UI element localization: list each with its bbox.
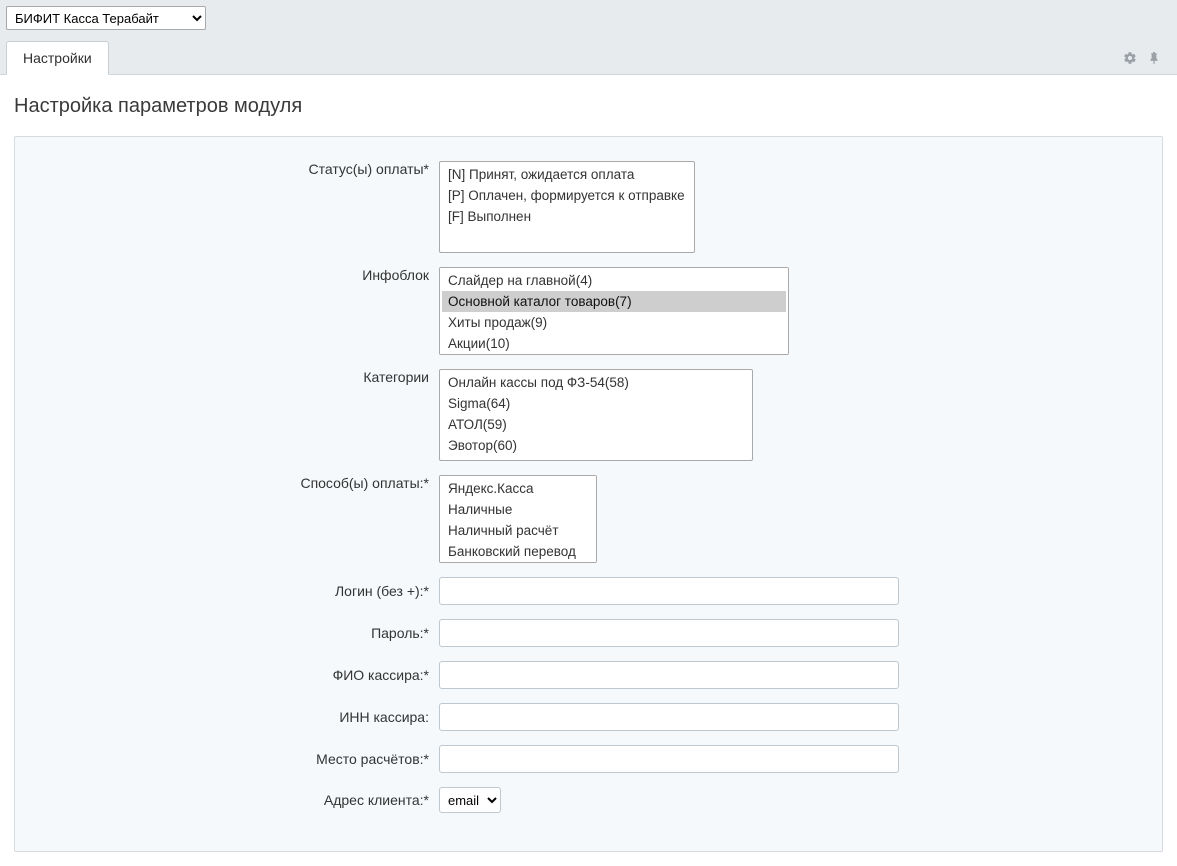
- cashier-inn-input[interactable]: [439, 703, 899, 731]
- paymethods-listbox[interactable]: Яндекс.Касса Наличные Наличный расчёт Ба…: [439, 475, 597, 563]
- module-select[interactable]: БИФИТ Касса Терабайт: [6, 6, 206, 30]
- settlement-input[interactable]: [439, 745, 899, 773]
- page-content: Настройка параметров модуля Статус(ы) оп…: [0, 75, 1177, 866]
- row-categories: Категории Онлайн кассы под ФЗ-54(58) Sig…: [39, 369, 1138, 461]
- form-panel: Статус(ы) оплаты* [N] Принят, ожидается …: [14, 136, 1163, 852]
- infoblock-listbox[interactable]: Слайдер на главной(4) Основной каталог т…: [439, 267, 789, 355]
- label-password: Пароль:*: [39, 625, 439, 641]
- client-address-select[interactable]: email: [439, 787, 501, 813]
- icon-buttons: [1123, 51, 1171, 74]
- label-status: Статус(ы) оплаты*: [39, 161, 439, 177]
- password-input[interactable]: [439, 619, 899, 647]
- page-title: Настройка параметров модуля: [14, 95, 1163, 118]
- top-bar: БИФИТ Касса Терабайт Настройки: [0, 0, 1177, 75]
- label-cashier-name: ФИО кассира:*: [39, 667, 439, 683]
- cashier-name-input[interactable]: [439, 661, 899, 689]
- gear-icon[interactable]: [1123, 51, 1137, 68]
- pin-icon[interactable]: [1147, 51, 1161, 68]
- row-settlement: Место расчётов:*: [39, 745, 1138, 773]
- label-login: Логин (без +):*: [39, 583, 439, 599]
- row-login: Логин (без +):*: [39, 577, 1138, 605]
- row-password: Пароль:*: [39, 619, 1138, 647]
- label-categories: Категории: [39, 369, 439, 385]
- label-infoblock: Инфоблок: [39, 267, 439, 283]
- label-client-address: Адрес клиента:*: [39, 792, 439, 808]
- row-cashier-inn: ИНН кассира:: [39, 703, 1138, 731]
- row-infoblock: Инфоблок Слайдер на главной(4) Основной …: [39, 267, 1138, 355]
- label-cashier-inn: ИНН кассира:: [39, 709, 439, 725]
- label-settlement: Место расчётов:*: [39, 751, 439, 767]
- row-client-address: Адрес клиента:* email: [39, 787, 1138, 813]
- row-cashier-name: ФИО кассира:*: [39, 661, 1138, 689]
- row-status: Статус(ы) оплаты* [N] Принят, ожидается …: [39, 161, 1138, 253]
- login-input[interactable]: [439, 577, 899, 605]
- label-paymethods: Способ(ы) оплаты:*: [39, 475, 439, 491]
- row-paymethods: Способ(ы) оплаты:* Яндекс.Касса Наличные…: [39, 475, 1138, 563]
- tab-settings[interactable]: Настройки: [6, 41, 109, 75]
- status-listbox[interactable]: [N] Принят, ожидается оплата [P] Оплачен…: [439, 161, 695, 253]
- tabs: Настройки: [6, 40, 109, 74]
- categories-listbox[interactable]: Онлайн кассы под ФЗ-54(58) Sigma(64) АТО…: [439, 369, 753, 461]
- tabs-row: Настройки: [6, 40, 1171, 74]
